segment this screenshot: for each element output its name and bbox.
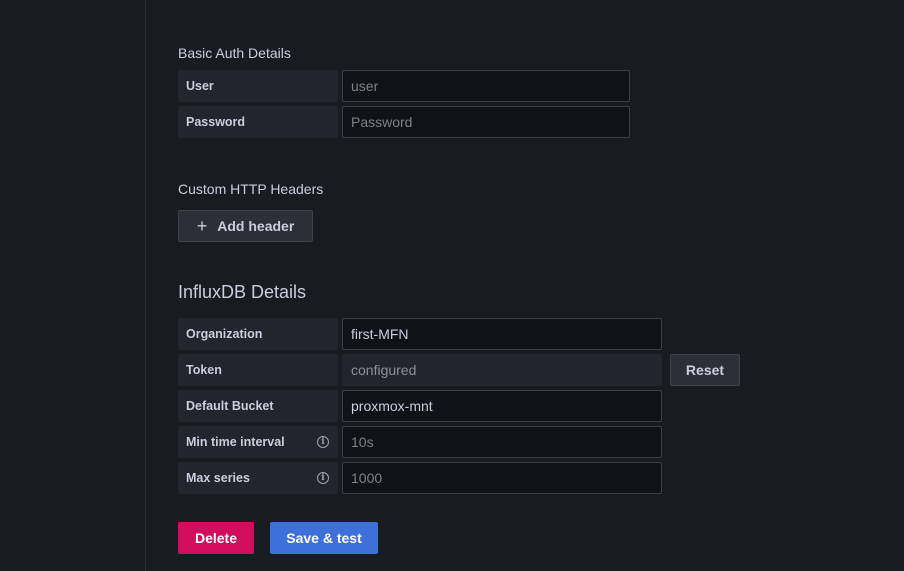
delete-button[interactable]: Delete [178,522,254,554]
add-header-button[interactable]: + Add header [178,210,313,242]
info-icon[interactable]: i [317,472,329,484]
reset-button[interactable]: Reset [670,354,740,386]
user-input[interactable] [342,70,630,102]
bucket-label-text: Default Bucket [186,399,274,413]
influxdb-title: InfluxDB Details [178,282,307,302]
max-series-input[interactable] [342,462,662,494]
bucket-input[interactable] [342,390,662,422]
custom-headers-title: Custom HTTP Headers [178,181,324,197]
bucket-label: Default Bucket [178,390,338,422]
min-interval-input[interactable] [342,426,662,458]
organization-label-text: Organization [186,327,263,341]
token-input [342,354,662,386]
add-header-label: Add header [217,218,295,234]
user-label: User [178,70,338,102]
basic-auth-title: Basic Auth Details [178,45,291,61]
min-interval-label-text: Min time interval [186,435,285,449]
password-label: Password [178,106,338,138]
token-label-text: Token [186,363,222,377]
sidebar [0,0,146,571]
min-interval-label: Min time interval i [178,426,338,458]
user-label-text: User [186,79,214,93]
plus-icon: + [196,216,208,236]
organization-input[interactable] [342,318,662,350]
organization-label: Organization [178,318,338,350]
save-test-button[interactable]: Save & test [270,522,378,554]
password-label-text: Password [186,115,246,129]
max-series-label: Max series i [178,462,338,494]
max-series-label-text: Max series [186,471,250,485]
info-icon[interactable]: i [317,436,329,448]
token-label: Token [178,354,338,386]
password-input[interactable] [342,106,630,138]
